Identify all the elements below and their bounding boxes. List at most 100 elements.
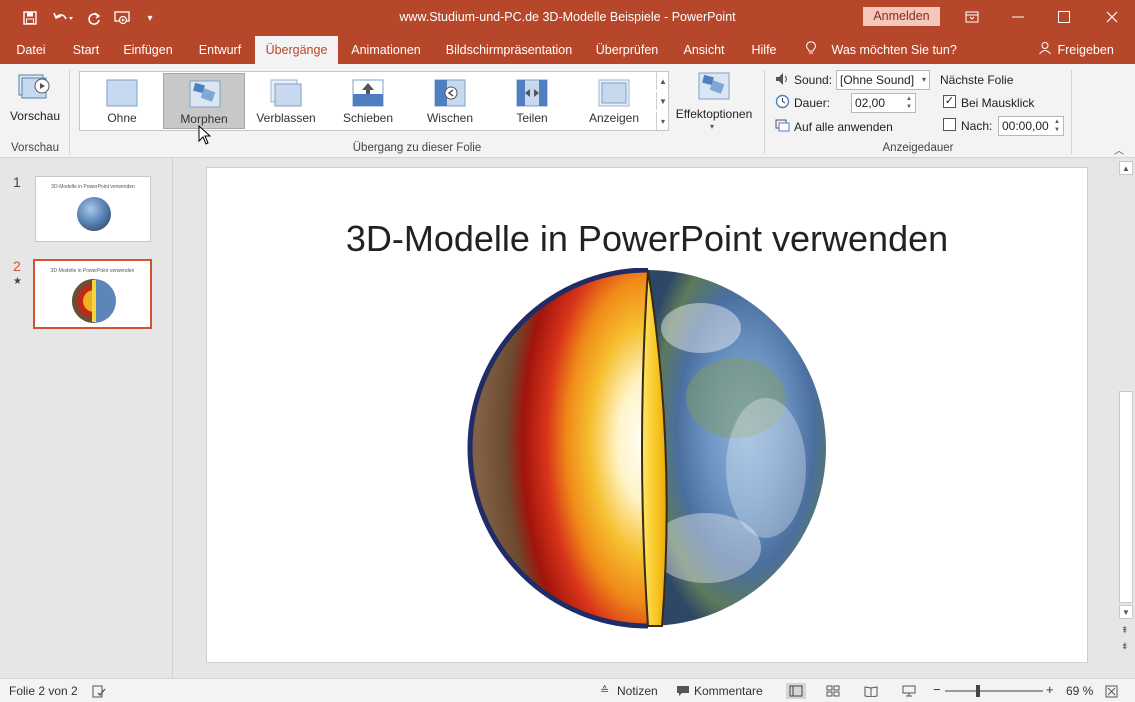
spinner-arrows-icon: ▲ ▼ [1054,119,1060,133]
after-label: Nach: [961,119,993,133]
start-from-beginning-icon[interactable] [112,8,134,28]
separator [1071,70,1072,154]
customize-toolbar-icon[interactable]: ▾ [142,8,158,28]
slide-canvas[interactable]: 3D-Modelle in PowerPoint verwenden [206,167,1088,663]
reading-view-icon[interactable] [863,683,879,699]
normal-view-icon[interactable] [786,683,806,699]
scroll-up-icon[interactable]: ▲ [1119,161,1133,175]
after-checkbox[interactable] [943,118,956,131]
gallery-more-icon[interactable]: ▾ [656,112,669,130]
sound-select[interactable]: [Ohne Sound] ▾ [836,70,930,90]
duration-spinner[interactable]: 02,00 ▲ ▼ [851,93,916,113]
transition-morphen[interactable]: Morphen [163,73,245,129]
effect-options-button[interactable]: Effektoptionen ▾ [673,68,755,136]
comment-icon [676,685,690,700]
tab-ansicht[interactable]: Ansicht [676,36,732,64]
gallery-scroll-up-icon[interactable]: ▲ [656,72,669,90]
separator [764,70,765,154]
slide-number: 1 [13,174,21,190]
preview-icon [18,72,52,105]
tell-me-label: Was möchten Sie tun? [831,43,957,57]
zoom-slider-thumb[interactable] [976,685,980,697]
ribbon-display-options-icon[interactable] [952,4,992,30]
slide-title[interactable]: 3D-Modelle in PowerPoint verwenden [207,218,1087,260]
earth-thumbnail-icon [77,197,111,231]
preview-label: Vorschau [9,109,61,123]
slideshow-view-icon[interactable] [901,683,917,699]
transition-label: Teilen [516,111,548,125]
transition-ohne[interactable]: Ohne [81,73,163,129]
scroll-down-icon[interactable]: ▼ [1119,605,1133,619]
duration-value: 02,00 [855,96,886,110]
earth-core-thumbnail-icon [71,278,117,324]
transition-group-label: Übergang zu dieser Folie [352,142,482,154]
comments-button[interactable]: Kommentare [676,681,763,701]
transition-label: Schieben [342,111,394,125]
status-bar: Folie 2 von 2 ≙ Notizen Kommentare − + 6… [0,678,1135,702]
transition-anzeigen[interactable]: Anzeigen [573,73,655,129]
notes-button[interactable]: ≙ Notizen [600,681,660,701]
next-slide-icon[interactable]: ⇟ [1121,641,1129,652]
save-icon[interactable] [20,8,40,28]
transition-label: Verblassen [256,111,316,125]
share-button[interactable]: Freigeben [1038,36,1114,64]
after-value: 00:00,00 [1002,119,1049,133]
close-icon[interactable] [1092,4,1132,30]
redo-icon[interactable] [84,8,104,28]
wipe-icon [434,79,466,107]
transition-label: Ohne [107,111,137,125]
previous-slide-icon[interactable]: ⇞ [1121,625,1129,636]
zoom-in-icon[interactable]: + [1046,682,1054,697]
notes-label: Notizen [617,684,658,698]
on-click-checkbox[interactable]: ✓ [943,95,956,108]
zoom-level[interactable]: 69 % [1066,684,1093,698]
apply-all-button[interactable]: Auf alle anwenden [775,118,895,136]
maximize-icon[interactable] [1044,4,1084,30]
preview-button[interactable]: Vorschau [6,68,64,128]
transition-wischen[interactable]: Wischen [409,73,491,129]
dropdown-arrow-icon: ▾ [710,122,715,131]
sign-in-button[interactable]: Anmelden [863,7,940,26]
person-icon [1038,37,1054,65]
transition-schieben[interactable]: Schieben [327,73,409,129]
clock-icon [775,94,790,112]
transition-label: Morphen [180,112,228,126]
earth-core-3d-model[interactable] [466,267,830,630]
undo-icon[interactable] [50,8,76,28]
speaker-icon [775,72,791,89]
scroll-thumb[interactable] [1119,391,1133,603]
tell-me-search[interactable]: Was möchten Sie tun? [806,36,957,64]
slide-number: 2 [13,258,21,274]
tab-hilfe[interactable]: Hilfe [742,36,786,64]
tab-ueberpruefen[interactable]: Überprüfen [588,36,666,64]
share-label: Freigeben [1057,43,1114,57]
timing-group-label: Anzeigedauer [882,142,954,154]
transition-teilen[interactable]: Teilen [491,73,573,129]
tab-animationen[interactable]: Animationen [344,36,428,64]
collapse-ribbon-icon[interactable]: ︿ [1114,142,1124,157]
slide-thumbnail-pane: 1 3D-Modelle in PowerPoint verwenden 2 ★… [0,158,173,678]
mouse-cursor-icon [198,124,212,148]
title-bar: ▾ www.Studium-und-PC.de 3D-Modelle Beisp… [0,0,1135,36]
zoom-out-icon[interactable]: − [933,682,941,697]
next-slide-label: Nächste Folie [940,73,1014,87]
fit-to-window-icon[interactable] [1103,683,1119,699]
slide-sorter-icon[interactable] [825,683,841,699]
slide-thumbnail-2[interactable]: 3D-Modelle in PowerPoint verwenden [33,259,152,329]
tab-entwurf[interactable]: Entwurf [190,36,250,64]
spell-check-icon[interactable] [91,683,107,699]
gallery-scroll-down-icon[interactable]: ▼ [656,92,669,110]
duration-label: Dauer: [794,96,831,110]
tab-datei[interactable]: Datei [6,36,56,64]
vertical-scrollbar[interactable]: ▲ ▼ ⇞ ⇟ [1117,158,1135,678]
transition-verblassen[interactable]: Verblassen [245,73,327,129]
tab-start[interactable]: Start [64,36,108,64]
tab-uebergaenge[interactable]: Übergänge [255,36,338,64]
after-time-spinner[interactable]: 00:00,00 ▲ ▼ [998,116,1064,136]
minimize-icon[interactable] [998,4,1038,30]
tab-bildschirmpraesentation[interactable]: Bildschirmpräsentation [440,36,578,64]
slide-thumbnail-1[interactable]: 3D-Modelle in PowerPoint verwenden [35,176,151,242]
tab-einfuegen[interactable]: Einfügen [116,36,180,64]
zoom-slider[interactable] [945,685,1043,697]
separator [69,70,70,154]
